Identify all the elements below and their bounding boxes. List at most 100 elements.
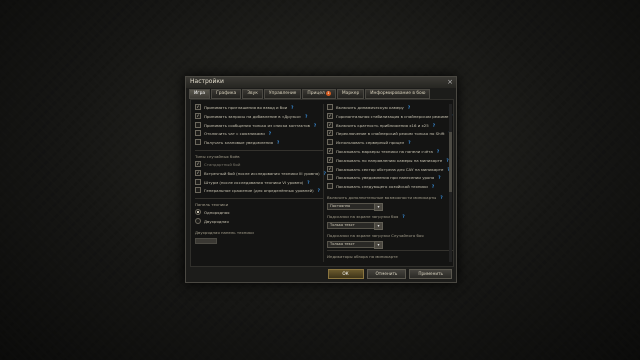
ok-button[interactable]: ОК <box>327 269 364 279</box>
slider-row[interactable] <box>195 237 323 246</box>
checkbox-row[interactable]: Принимать сообщения только из списка кон… <box>195 121 323 131</box>
left-column: ✓ Принимать приглашения во взвод и бои? ✓… <box>195 100 326 246</box>
checkbox-row[interactable]: Показывать следующего хозяйской техники? <box>327 183 453 192</box>
checkbox[interactable] <box>327 104 333 110</box>
checkbox-label: Показывать по направлению камеры на мини… <box>336 157 443 163</box>
tab-marker[interactable]: Маркер <box>336 89 365 99</box>
checkbox-row[interactable]: ✓ Принимать запросы на добавление в «Друз… <box>195 112 323 122</box>
checkbox[interactable]: ✓ <box>195 112 201 119</box>
loading-tips-dropdown[interactable]: Только текст ▾ <box>327 221 383 230</box>
checkbox-row[interactable]: Включить динамическую камеру? <box>327 104 453 113</box>
checkbox-row[interactable]: Показывать уведомления при нанесении уро… <box>327 174 453 183</box>
checkbox[interactable]: ✓ <box>327 165 333 172</box>
section-label: Подсказки на экране загрузки боя <box>327 213 399 219</box>
help-icon[interactable]: ? <box>314 122 316 131</box>
slider-track[interactable] <box>195 237 217 244</box>
checkbox-row[interactable]: Генеральное сражение (для определённых у… <box>195 187 323 196</box>
help-icon[interactable]: ? <box>438 174 440 183</box>
random-tips-dropdown[interactable]: Только текст ▾ <box>327 240 383 249</box>
dropdown-row[interactable]: Постоянно ▾ <box>327 202 453 211</box>
checkbox-row[interactable]: ✓ Встречный бой (после исследования техни… <box>195 169 326 179</box>
checkbox[interactable] <box>195 139 201 146</box>
tab-crosshair[interactable]: Прицел 1 <box>302 89 336 99</box>
checkbox-row[interactable]: ✓ Показывать по направлению камеры на мин… <box>327 156 453 166</box>
checkbox[interactable]: ✓ <box>327 121 333 128</box>
checkbox-row[interactable]: Получать клановые уведомления? <box>195 139 323 148</box>
section-title-minimap-indicators: Индикаторы обзора на миникарте <box>327 254 398 260</box>
checkbox[interactable]: ✓ <box>195 169 201 176</box>
tab-label: Звук <box>247 91 258 96</box>
apply-button[interactable]: Применить <box>409 269 452 279</box>
help-icon[interactable]: ? <box>402 213 404 221</box>
checkbox-row[interactable]: Отключить чат с союзниками? <box>195 130 323 139</box>
dropdown-row[interactable]: Только текст ▾ <box>327 240 453 249</box>
checkbox[interactable]: ✓ <box>327 112 333 119</box>
tab-battle-info[interactable]: Информирование в бою <box>365 89 431 99</box>
checkbox-row[interactable]: ✓ Включить кратность приближения x16 и x2… <box>327 121 453 131</box>
tab-label: Графика <box>216 91 237 96</box>
checkbox-row[interactable]: ✓ Принимать приглашения во взвод и бои? <box>195 104 323 113</box>
chevron-down-icon[interactable]: ▾ <box>374 221 383 230</box>
help-icon[interactable]: ? <box>440 194 442 202</box>
help-icon[interactable]: ? <box>433 122 435 131</box>
chevron-down-icon[interactable]: ▾ <box>374 202 383 211</box>
checkbox[interactable] <box>327 183 333 190</box>
checkbox-row[interactable]: ✓ Переключение в снайперский режим только… <box>327 130 453 139</box>
tab-label: Информирование в бою <box>370 91 426 96</box>
help-icon[interactable]: ? <box>432 183 434 192</box>
checkbox-label: Показывать маркеры техники на панели счё… <box>336 148 433 154</box>
radio-row[interactable]: Однорядная <box>195 209 323 218</box>
column-divider <box>323 104 324 262</box>
checkbox[interactable] <box>195 187 201 194</box>
checkbox-row[interactable]: Использовать серверный прицел? <box>327 139 453 148</box>
checkbox-row[interactable]: ✓ Показывать сектор обстрела для САУ на м… <box>327 165 453 175</box>
dropdown-row[interactable]: Только текст ▾ <box>327 221 453 230</box>
radio-row[interactable]: Двухрядная <box>195 217 323 227</box>
tab-bar: Игра Графика Звук Управление Прицел 1 Мар… <box>189 89 431 99</box>
help-icon[interactable]: ? <box>307 179 309 188</box>
checkbox-row[interactable]: ✓ Показывать маркеры техники на панели сч… <box>327 147 453 157</box>
checkbox[interactable] <box>327 139 333 146</box>
help-icon[interactable]: ? <box>277 139 279 148</box>
help-icon[interactable]: ? <box>408 104 410 113</box>
tab-controls[interactable]: Управление <box>263 89 302 99</box>
checkbox-row[interactable]: Штурм (после исследования техники VI уро… <box>195 178 323 188</box>
checkbox-label: Принимать запросы на добавление в «Друзь… <box>204 113 302 119</box>
help-icon[interactable]: ? <box>408 139 410 148</box>
checkbox-row[interactable]: ✓ Горизонтальная стабилизация в снайперск… <box>327 112 453 122</box>
checkbox[interactable]: ✓ <box>327 156 333 163</box>
checkbox[interactable] <box>195 178 201 185</box>
checkbox[interactable]: ✓ <box>195 104 201 110</box>
checkbox-label: Включить динамическую камеру <box>336 105 404 110</box>
checkbox[interactable]: ✓ <box>327 147 333 154</box>
checkbox-label: Переключение в снайперский режим только … <box>336 131 445 137</box>
close-icon[interactable]: × <box>447 78 453 86</box>
tab-game[interactable]: Игра <box>189 89 211 99</box>
radio-button[interactable] <box>195 209 201 216</box>
help-icon[interactable]: ? <box>437 148 439 157</box>
dropdown-value: Только текст <box>330 241 355 246</box>
help-icon[interactable]: ? <box>318 187 320 196</box>
help-icon[interactable]: ? <box>324 170 326 179</box>
checkbox[interactable] <box>195 121 201 128</box>
section-label: Включить дополнительные возможности мини… <box>327 194 437 200</box>
help-icon[interactable]: ? <box>291 104 293 113</box>
help-icon[interactable]: ? <box>305 113 307 122</box>
scrollbar[interactable] <box>449 104 452 262</box>
help-icon[interactable]: ? <box>452 113 453 122</box>
checkbox[interactable]: ✓ <box>327 130 333 137</box>
dropdown-value: Постоянно <box>330 203 351 208</box>
checkbox-label: Встречный бой (после исследования техник… <box>204 170 320 176</box>
checkbox[interactable] <box>195 130 201 137</box>
cancel-button[interactable]: Отменить <box>366 269 407 279</box>
minimap-extra-dropdown[interactable]: Постоянно ▾ <box>327 202 383 211</box>
help-icon[interactable]: ? <box>269 130 271 139</box>
scrollbar-thumb[interactable] <box>449 132 452 192</box>
checkbox[interactable] <box>327 174 333 181</box>
tab-sound[interactable]: Звук <box>242 89 263 99</box>
tab-graphics[interactable]: Графика <box>211 89 242 99</box>
radio-button[interactable] <box>195 217 201 224</box>
section-title-battle-types: Типы случайных боёв <box>195 153 240 159</box>
chevron-down-icon[interactable]: ▾ <box>374 240 383 249</box>
button-bar: ОК Отменить Применить <box>327 269 452 279</box>
